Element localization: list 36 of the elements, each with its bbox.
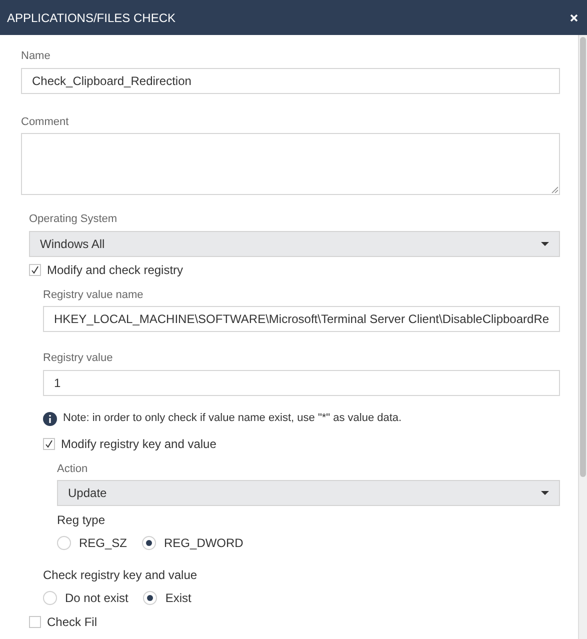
checkmark-icon — [45, 440, 53, 448]
resize-grip-icon — [551, 186, 558, 193]
radio-button[interactable] — [142, 536, 156, 550]
checkbox[interactable] — [29, 616, 41, 628]
field-label: Check registry key and value — [43, 567, 198, 584]
input-field[interactable]: 1 — [43, 370, 560, 396]
note-text: Note: in order to only check if value name exist, use "*" as value data. — [63, 411, 402, 426]
window-title: APPLICATIONS/FILES CHECK — [7, 10, 176, 26]
field-label: Name — [21, 49, 50, 64]
field-label: Comment — [21, 114, 69, 130]
radio-label: Exist — [165, 590, 192, 607]
caret-icon — [541, 491, 549, 495]
input-field[interactable]: Check_Clipboard_Redirection — [21, 68, 560, 94]
caret-icon — [541, 242, 549, 246]
radio-label: REG_SZ — [79, 535, 128, 552]
radio-button[interactable] — [143, 591, 158, 605]
field-label: Operating System — [29, 212, 118, 227]
field-label: Action — [57, 462, 88, 476]
input-field[interactable]: HKEY_LOCAL_MACHINE\SOFTWARE\Microsoft\Terminal Server Client\DisableClipboardRe — [43, 306, 560, 332]
checkmark-icon — [31, 266, 39, 274]
radio-button[interactable] — [57, 536, 71, 550]
checkbox-label: Check Fil — [47, 614, 98, 631]
field-label: Registry value name — [43, 288, 144, 302]
radio-label: Do not exist — [65, 590, 128, 607]
dropdown[interactable]: Update — [57, 480, 560, 506]
checkbox[interactable] — [43, 438, 55, 450]
checkbox-label: Modify registry key and value — [61, 436, 216, 452]
checkbox-label: Modify and check registry — [47, 262, 184, 278]
radio-label: REG_DWORD — [164, 535, 244, 552]
close-icon[interactable] — [570, 14, 578, 22]
dropdown[interactable]: Windows All — [29, 230, 560, 256]
radio-button[interactable] — [43, 591, 57, 605]
checkbox[interactable] — [29, 264, 41, 276]
field-label: Registry value — [43, 351, 113, 366]
info-icon — [43, 412, 57, 426]
field-label: Reg type — [57, 512, 106, 529]
